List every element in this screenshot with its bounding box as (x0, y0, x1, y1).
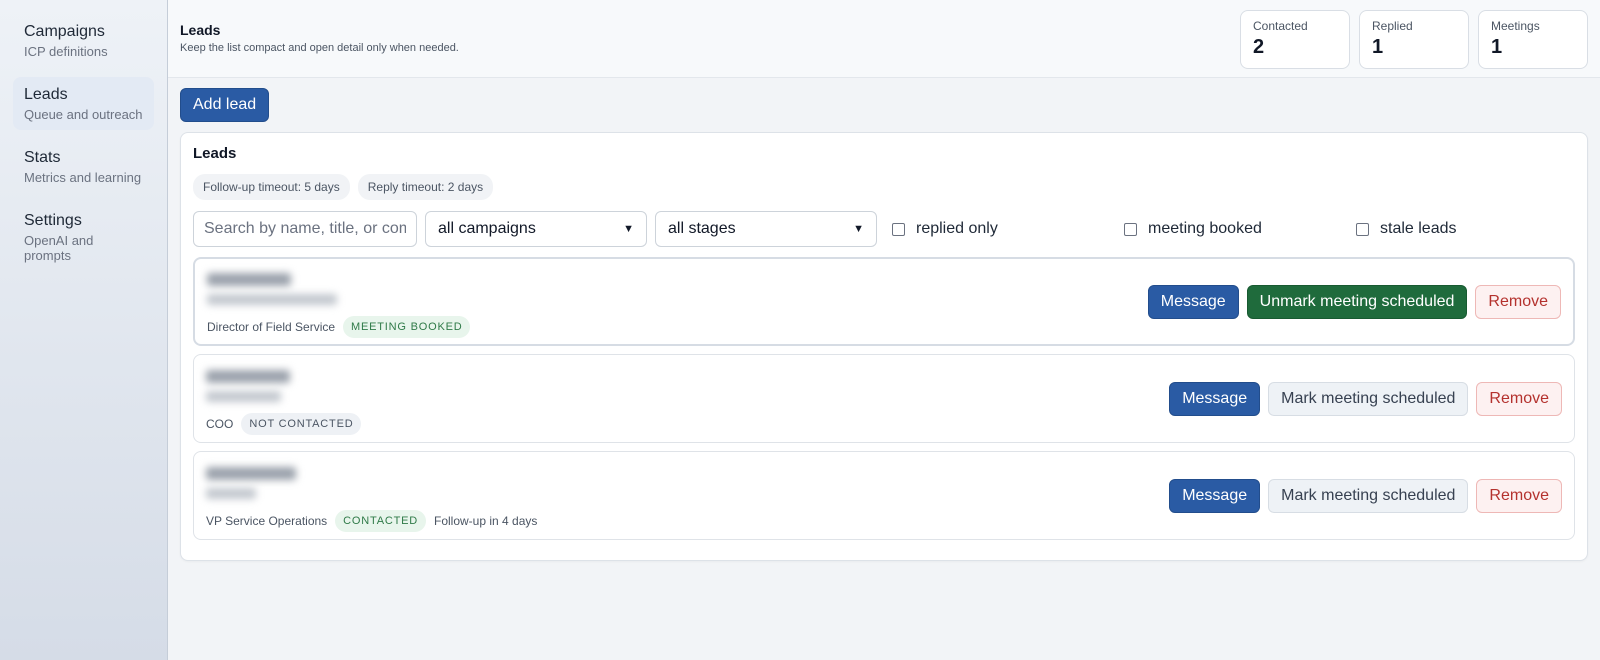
chevron-down-icon: ▼ (853, 223, 864, 235)
stat-value: 2 (1253, 36, 1265, 58)
stale-leads-filter[interactable]: stale leads (1356, 220, 1457, 238)
timeout-chips: Follow-up timeout: 5 days Reply timeout:… (193, 174, 1575, 200)
stat-value: 1 (1491, 36, 1503, 58)
sidebar-item-title: Stats (24, 149, 61, 166)
stats-group: Contacted 2 Replied 1 Meetings 1 (1240, 0, 1588, 69)
redacted-lead-company (207, 294, 337, 305)
meeting-booked-checkbox[interactable] (1124, 222, 1137, 236)
page-title: Leads (180, 22, 221, 38)
mark-meeting-button[interactable]: Mark meeting scheduled (1268, 478, 1469, 513)
sidebar-item-subtitle: OpenAI and prompts (24, 233, 94, 263)
stat-label: Meetings (1491, 19, 1540, 33)
lead-title: COO (206, 417, 234, 431)
lead-card[interactable]: VP Service Operations CONTACTED Follow-u… (193, 451, 1575, 540)
stage-badge: MEETING BOOKED (343, 316, 471, 338)
meeting-booked-filter[interactable]: meeting booked (1124, 220, 1356, 238)
sidebar-item-stats[interactable]: Stats Metrics and learning (13, 140, 154, 193)
redacted-lead-company (206, 488, 256, 499)
lead-card[interactable]: Director of Field Service MEETING BOOKED… (193, 257, 1575, 346)
remove-button[interactable]: Remove (1476, 381, 1562, 416)
sidebar-item-title: Settings (24, 212, 82, 229)
lead-actions: Message Mark meeting scheduled Remove (1169, 478, 1562, 513)
checkbox-label: stale leads (1380, 220, 1457, 237)
remove-button[interactable]: Remove (1475, 284, 1561, 319)
chevron-down-icon: ▼ (623, 223, 634, 235)
search-input[interactable] (193, 211, 417, 247)
followup-timeout-chip: Follow-up timeout: 5 days (193, 174, 350, 200)
stat-label: Contacted (1253, 19, 1308, 33)
sidebar-item-settings[interactable]: Settings OpenAI and prompts (13, 203, 154, 271)
sidebar-item-leads[interactable]: Leads Queue and outreach (13, 77, 154, 130)
sidebar: Campaigns ICP definitions Leads Queue an… (0, 0, 168, 660)
leads-panel: Leads Follow-up timeout: 5 days Reply ti… (180, 132, 1588, 561)
filter-bar: all campaigns ▼ all stages ▼ replied onl… (193, 211, 1575, 247)
replied-only-filter[interactable]: replied only (892, 220, 1124, 238)
checkbox-label: replied only (916, 220, 998, 237)
lead-info: VP Service Operations CONTACTED Follow-u… (206, 459, 537, 532)
replied-only-checkbox[interactable] (892, 222, 905, 236)
page-subtitle: Keep the list compact and open detail on… (180, 42, 459, 54)
followup-note: Follow-up in 4 days (434, 514, 538, 528)
lead-title: VP Service Operations (206, 514, 328, 528)
stage-badge: CONTACTED (335, 510, 426, 532)
sidebar-item-title: Campaigns (24, 23, 105, 40)
sidebar-item-subtitle: Metrics and learning (24, 170, 142, 185)
stat-card-meetings: Meetings 1 (1478, 10, 1588, 69)
add-lead-button[interactable]: Add lead (180, 88, 270, 122)
redacted-lead-name (206, 370, 290, 383)
stat-card-contacted: Contacted 2 (1240, 10, 1350, 69)
header-text: Leads Keep the list compact and open det… (180, 0, 459, 54)
sidebar-item-campaigns[interactable]: Campaigns ICP definitions (13, 14, 154, 67)
lead-info: Director of Field Service MEETING BOOKED (207, 265, 471, 338)
lead-info: COO NOT CONTACTED (206, 362, 362, 435)
mark-meeting-button[interactable]: Mark meeting scheduled (1268, 381, 1469, 416)
lead-title: Director of Field Service (207, 320, 336, 334)
sidebar-item-title: Leads (24, 86, 68, 103)
lead-list: Director of Field Service MEETING BOOKED… (193, 257, 1575, 540)
lead-card[interactable]: COO NOT CONTACTED Message Mark meeting s… (193, 354, 1575, 443)
stage-select-value: all stages (668, 220, 736, 237)
lead-actions: Message Unmark meeting scheduled Remove (1147, 284, 1561, 319)
stat-value: 1 (1372, 36, 1384, 58)
reply-timeout-chip: Reply timeout: 2 days (357, 174, 494, 200)
lead-meta: VP Service Operations CONTACTED Follow-u… (206, 510, 537, 532)
redacted-lead-name (207, 273, 291, 286)
message-button[interactable]: Message (1147, 284, 1239, 319)
campaign-select-value: all campaigns (438, 220, 536, 237)
message-button[interactable]: Message (1169, 381, 1261, 416)
lead-actions: Message Mark meeting scheduled Remove (1169, 381, 1562, 416)
lead-meta: COO NOT CONTACTED (206, 413, 362, 435)
unmark-meeting-button[interactable]: Unmark meeting scheduled (1246, 284, 1468, 319)
redacted-lead-company (206, 391, 281, 402)
sidebar-item-subtitle: Queue and outreach (24, 107, 143, 122)
checkbox-label: meeting booked (1148, 220, 1262, 237)
stat-card-replied: Replied 1 (1359, 10, 1469, 69)
stage-badge: NOT CONTACTED (241, 413, 362, 435)
content: Add lead Leads Follow-up timeout: 5 days… (168, 78, 1600, 571)
remove-button[interactable]: Remove (1476, 478, 1562, 513)
stat-label: Replied (1372, 19, 1413, 33)
campaign-select[interactable]: all campaigns ▼ (425, 211, 647, 247)
stale-leads-checkbox[interactable] (1356, 222, 1369, 236)
lead-meta: Director of Field Service MEETING BOOKED (207, 316, 471, 338)
sidebar-item-subtitle: ICP definitions (24, 44, 108, 59)
stage-select[interactable]: all stages ▼ (655, 211, 877, 247)
panel-title: Leads (193, 145, 237, 162)
page-header: Leads Keep the list compact and open det… (168, 0, 1600, 78)
redacted-lead-name (206, 467, 296, 480)
main-area: Leads Keep the list compact and open det… (168, 0, 1600, 660)
message-button[interactable]: Message (1169, 478, 1261, 513)
